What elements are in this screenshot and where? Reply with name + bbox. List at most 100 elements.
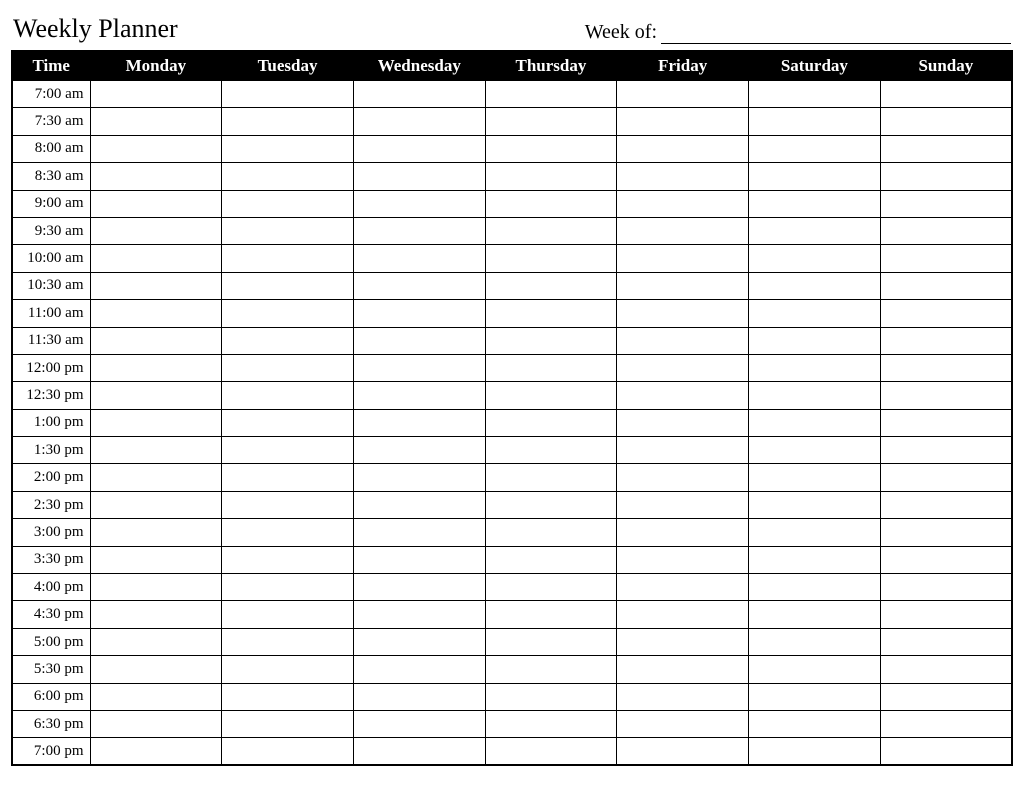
slot-cell[interactable] [222, 163, 354, 190]
slot-cell[interactable] [222, 300, 354, 327]
slot-cell[interactable] [749, 163, 881, 190]
slot-cell[interactable] [485, 245, 617, 272]
slot-cell[interactable] [485, 683, 617, 710]
slot-cell[interactable] [749, 217, 881, 244]
slot-cell[interactable] [617, 519, 749, 546]
slot-cell[interactable] [222, 683, 354, 710]
slot-cell[interactable] [222, 217, 354, 244]
slot-cell[interactable] [90, 574, 222, 601]
slot-cell[interactable] [222, 81, 354, 108]
slot-cell[interactable] [617, 382, 749, 409]
slot-cell[interactable] [485, 464, 617, 491]
slot-cell[interactable] [749, 108, 881, 135]
slot-cell[interactable] [90, 437, 222, 464]
slot-cell[interactable] [880, 163, 1012, 190]
slot-cell[interactable] [353, 656, 485, 683]
slot-cell[interactable] [749, 190, 881, 217]
slot-cell[interactable] [880, 491, 1012, 518]
slot-cell[interactable] [617, 710, 749, 737]
slot-cell[interactable] [749, 245, 881, 272]
slot-cell[interactable] [222, 519, 354, 546]
slot-cell[interactable] [880, 710, 1012, 737]
slot-cell[interactable] [880, 190, 1012, 217]
slot-cell[interactable] [749, 409, 881, 436]
slot-cell[interactable] [90, 300, 222, 327]
slot-cell[interactable] [222, 272, 354, 299]
slot-cell[interactable] [880, 601, 1012, 628]
slot-cell[interactable] [353, 300, 485, 327]
slot-cell[interactable] [617, 81, 749, 108]
week-of-input-line[interactable] [661, 24, 1011, 44]
slot-cell[interactable] [617, 738, 749, 765]
slot-cell[interactable] [485, 108, 617, 135]
slot-cell[interactable] [90, 491, 222, 518]
slot-cell[interactable] [749, 574, 881, 601]
slot-cell[interactable] [90, 135, 222, 162]
slot-cell[interactable] [617, 327, 749, 354]
slot-cell[interactable] [880, 272, 1012, 299]
slot-cell[interactable] [485, 327, 617, 354]
slot-cell[interactable] [485, 382, 617, 409]
slot-cell[interactable] [617, 628, 749, 655]
slot-cell[interactable] [222, 437, 354, 464]
slot-cell[interactable] [485, 710, 617, 737]
slot-cell[interactable] [90, 272, 222, 299]
slot-cell[interactable] [617, 491, 749, 518]
slot-cell[interactable] [880, 245, 1012, 272]
slot-cell[interactable] [485, 519, 617, 546]
slot-cell[interactable] [90, 190, 222, 217]
slot-cell[interactable] [90, 382, 222, 409]
slot-cell[interactable] [353, 108, 485, 135]
slot-cell[interactable] [749, 628, 881, 655]
slot-cell[interactable] [353, 683, 485, 710]
slot-cell[interactable] [749, 135, 881, 162]
slot-cell[interactable] [617, 300, 749, 327]
slot-cell[interactable] [222, 108, 354, 135]
slot-cell[interactable] [353, 272, 485, 299]
slot-cell[interactable] [749, 382, 881, 409]
slot-cell[interactable] [90, 710, 222, 737]
slot-cell[interactable] [222, 190, 354, 217]
slot-cell[interactable] [617, 546, 749, 573]
slot-cell[interactable] [880, 574, 1012, 601]
slot-cell[interactable] [353, 601, 485, 628]
slot-cell[interactable] [90, 519, 222, 546]
slot-cell[interactable] [749, 683, 881, 710]
slot-cell[interactable] [90, 546, 222, 573]
slot-cell[interactable] [353, 382, 485, 409]
slot-cell[interactable] [485, 300, 617, 327]
slot-cell[interactable] [353, 327, 485, 354]
slot-cell[interactable] [353, 628, 485, 655]
slot-cell[interactable] [353, 464, 485, 491]
slot-cell[interactable] [617, 409, 749, 436]
slot-cell[interactable] [485, 628, 617, 655]
slot-cell[interactable] [880, 546, 1012, 573]
slot-cell[interactable] [617, 354, 749, 381]
slot-cell[interactable] [90, 628, 222, 655]
slot-cell[interactable] [617, 108, 749, 135]
slot-cell[interactable] [90, 217, 222, 244]
slot-cell[interactable] [617, 217, 749, 244]
slot-cell[interactable] [880, 108, 1012, 135]
slot-cell[interactable] [617, 437, 749, 464]
slot-cell[interactable] [222, 738, 354, 765]
slot-cell[interactable] [353, 437, 485, 464]
slot-cell[interactable] [353, 738, 485, 765]
slot-cell[interactable] [222, 656, 354, 683]
slot-cell[interactable] [485, 81, 617, 108]
slot-cell[interactable] [749, 519, 881, 546]
slot-cell[interactable] [222, 546, 354, 573]
slot-cell[interactable] [880, 300, 1012, 327]
slot-cell[interactable] [222, 382, 354, 409]
slot-cell[interactable] [353, 135, 485, 162]
slot-cell[interactable] [617, 683, 749, 710]
slot-cell[interactable] [749, 656, 881, 683]
slot-cell[interactable] [880, 382, 1012, 409]
slot-cell[interactable] [90, 464, 222, 491]
slot-cell[interactable] [222, 135, 354, 162]
slot-cell[interactable] [222, 245, 354, 272]
slot-cell[interactable] [617, 464, 749, 491]
slot-cell[interactable] [485, 574, 617, 601]
slot-cell[interactable] [617, 272, 749, 299]
slot-cell[interactable] [222, 327, 354, 354]
